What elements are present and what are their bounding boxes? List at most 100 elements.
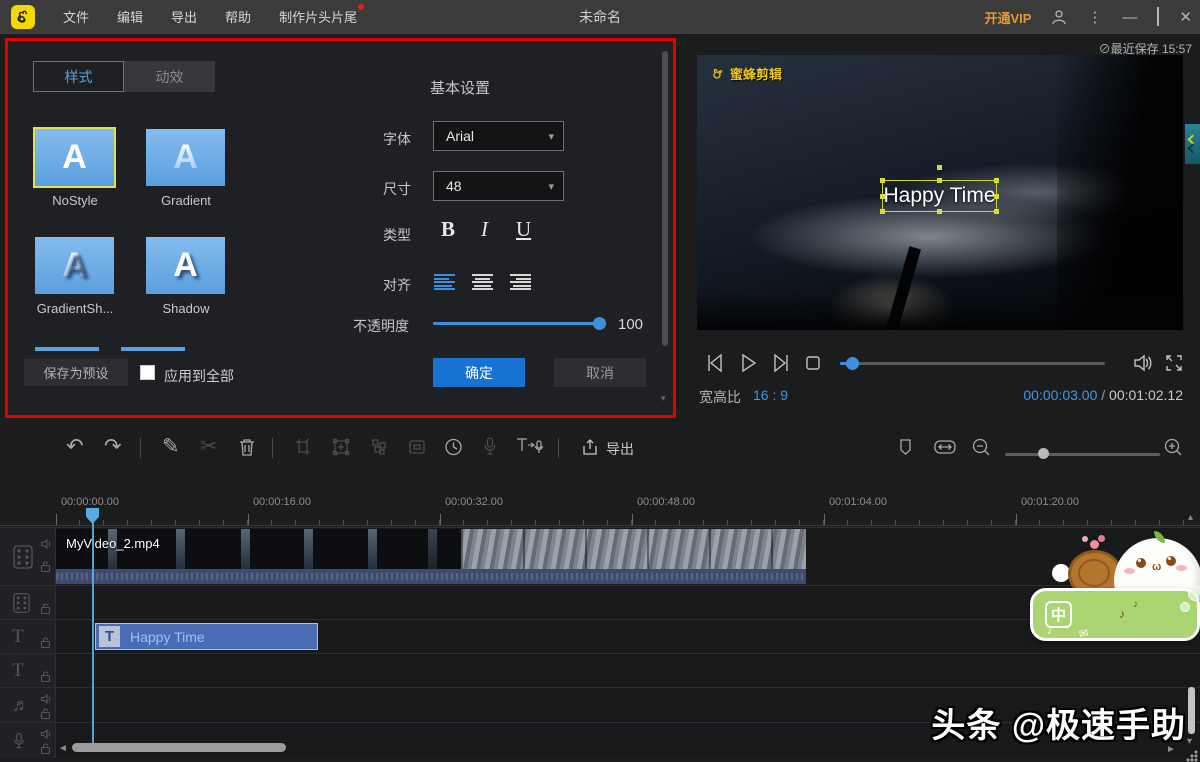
align-center-button[interactable] bbox=[472, 274, 493, 290]
selection-handle[interactable] bbox=[880, 194, 885, 199]
preset-nostyle[interactable]: A bbox=[35, 129, 114, 186]
selection-handle[interactable] bbox=[937, 178, 942, 183]
resize-grip[interactable] bbox=[1186, 750, 1198, 762]
mute-track-icon[interactable] bbox=[40, 538, 52, 550]
previous-frame-button[interactable] bbox=[703, 351, 725, 375]
preset-shadow[interactable]: A bbox=[146, 237, 225, 294]
align-right-button[interactable] bbox=[510, 274, 531, 290]
timeline-ruler[interactable]: 00:00:00.00 00:00:16.00 00:00:32.00 00:0… bbox=[0, 488, 1200, 526]
play-button[interactable] bbox=[737, 351, 759, 375]
undo-button[interactable]: ↶ bbox=[66, 434, 84, 459]
italic-button[interactable]: I bbox=[481, 217, 488, 242]
video-preview[interactable]: 蜜蜂剪辑 Happy Time bbox=[697, 55, 1183, 330]
timeline-zoom-slider[interactable] bbox=[1005, 453, 1160, 456]
timeline-scroll-up-icon[interactable]: ▴ bbox=[1188, 512, 1193, 523]
preset-gradient[interactable]: A bbox=[146, 129, 225, 186]
text-to-speech-button[interactable] bbox=[514, 435, 544, 457]
delete-button[interactable] bbox=[238, 437, 256, 457]
close-button[interactable]: ✕ bbox=[1179, 8, 1192, 26]
marker-button[interactable] bbox=[898, 437, 913, 457]
video-clip[interactable]: MyVideo_2.mp4 bbox=[56, 529, 806, 584]
panel-expander-tab[interactable] bbox=[1185, 124, 1200, 164]
opacity-slider-handle[interactable] bbox=[593, 317, 606, 330]
size-select[interactable]: 48 ▾ bbox=[433, 171, 564, 201]
crop-button[interactable] bbox=[294, 437, 312, 457]
volume-icon[interactable] bbox=[1131, 351, 1153, 375]
pip-button[interactable] bbox=[408, 437, 426, 457]
lock-track-icon[interactable] bbox=[40, 742, 52, 755]
selection-handle[interactable] bbox=[994, 194, 999, 199]
more-menu-icon[interactable]: ⋮ bbox=[1087, 8, 1102, 26]
minimize-button[interactable]: — bbox=[1122, 9, 1137, 26]
text-overlay-selection[interactable]: Happy Time bbox=[882, 180, 997, 212]
record-voiceover-button[interactable] bbox=[482, 436, 498, 457]
account-icon[interactable] bbox=[1051, 9, 1067, 25]
vip-button[interactable]: 开通VIP bbox=[984, 8, 1031, 27]
selection-handle[interactable] bbox=[880, 209, 885, 214]
pip-track[interactable] bbox=[0, 585, 1200, 619]
ok-button[interactable]: 确定 bbox=[433, 358, 525, 387]
zoom-transform-button[interactable] bbox=[332, 437, 350, 457]
rotation-handle[interactable] bbox=[937, 165, 942, 170]
menu-edit[interactable]: 编辑 bbox=[117, 7, 143, 26]
timeline-scroll-down-icon[interactable]: ▾ bbox=[1187, 736, 1192, 747]
fullscreen-icon[interactable] bbox=[1164, 351, 1184, 375]
aspect-ratio-value[interactable]: 16 : 9 bbox=[753, 387, 788, 403]
selection-handle[interactable] bbox=[880, 178, 885, 183]
align-left-button[interactable] bbox=[434, 274, 455, 290]
preset-gradientshadow[interactable]: A bbox=[35, 237, 114, 294]
lock-track-icon[interactable] bbox=[40, 670, 52, 683]
seek-bar[interactable] bbox=[840, 362, 1105, 365]
duration-button[interactable] bbox=[444, 437, 463, 457]
seek-handle[interactable] bbox=[846, 357, 859, 370]
ime-mail-icon[interactable]: ✉ bbox=[1078, 626, 1090, 641]
cancel-button[interactable]: 取消 bbox=[554, 358, 646, 387]
lock-track-icon[interactable] bbox=[40, 560, 52, 573]
ime-mode-button[interactable]: 中 bbox=[1045, 601, 1072, 628]
edit-button[interactable]: ✎ bbox=[162, 434, 180, 459]
apply-to-all-checkbox[interactable] bbox=[140, 365, 155, 380]
bold-button[interactable]: B bbox=[441, 217, 455, 242]
selection-handle[interactable] bbox=[937, 209, 942, 214]
app-logo-bee-icon[interactable] bbox=[11, 5, 35, 29]
mosaic-button[interactable] bbox=[370, 437, 388, 457]
ime-mic-icon[interactable]: ♪ bbox=[1047, 625, 1053, 637]
stop-button[interactable] bbox=[803, 351, 823, 375]
lock-track-icon[interactable] bbox=[40, 636, 52, 649]
lock-track-icon[interactable] bbox=[40, 602, 52, 615]
zoom-out-button[interactable] bbox=[971, 437, 991, 457]
panel-scrollbar[interactable] bbox=[662, 51, 668, 346]
timeline-horizontal-scrollbar[interactable] bbox=[72, 743, 286, 752]
underline-button[interactable]: U bbox=[516, 217, 531, 242]
menu-export[interactable]: 导出 bbox=[171, 7, 197, 26]
text-track-2[interactable]: T bbox=[0, 653, 1200, 687]
menu-file[interactable]: 文件 bbox=[63, 7, 89, 26]
mute-track-icon[interactable] bbox=[40, 693, 52, 705]
selection-handle[interactable] bbox=[994, 209, 999, 214]
save-as-preset-button[interactable]: 保存为预设 bbox=[24, 359, 128, 386]
redo-button[interactable]: ↷ bbox=[104, 434, 122, 459]
export-button[interactable]: 导出 bbox=[606, 439, 634, 459]
split-button[interactable]: ✂ bbox=[200, 434, 218, 459]
timeline-vertical-scrollbar[interactable] bbox=[1188, 687, 1195, 734]
text-track-1[interactable]: T Happy Time T bbox=[0, 619, 1200, 653]
ime-toolbar[interactable]: 中 ♪ ✉ ♪ ♪ bbox=[1030, 588, 1200, 641]
tab-animation[interactable]: 动效 bbox=[124, 61, 215, 92]
zoom-in-button[interactable] bbox=[1163, 437, 1183, 457]
timeline-zoom-handle[interactable] bbox=[1038, 448, 1049, 459]
timeline-scroll-left-icon[interactable]: ◄ bbox=[58, 743, 68, 754]
font-select[interactable]: Arial ▾ bbox=[433, 121, 564, 151]
tab-style[interactable]: 样式 bbox=[33, 61, 124, 92]
menu-intro-outro[interactable]: 制作片头片尾 bbox=[279, 7, 357, 26]
panel-scroll-down-icon[interactable]: ▾ bbox=[661, 393, 666, 404]
maximize-button[interactable] bbox=[1157, 8, 1159, 26]
next-frame-button[interactable] bbox=[771, 351, 793, 375]
selection-handle[interactable] bbox=[994, 178, 999, 183]
lock-track-icon[interactable] bbox=[40, 707, 52, 720]
playhead-line[interactable] bbox=[92, 508, 94, 746]
menu-help[interactable]: 帮助 bbox=[225, 7, 251, 26]
mute-track-icon[interactable] bbox=[40, 728, 52, 740]
fit-timeline-button[interactable] bbox=[933, 437, 957, 457]
text-clip[interactable]: T Happy Time bbox=[95, 623, 318, 650]
export-icon[interactable] bbox=[580, 437, 600, 457]
